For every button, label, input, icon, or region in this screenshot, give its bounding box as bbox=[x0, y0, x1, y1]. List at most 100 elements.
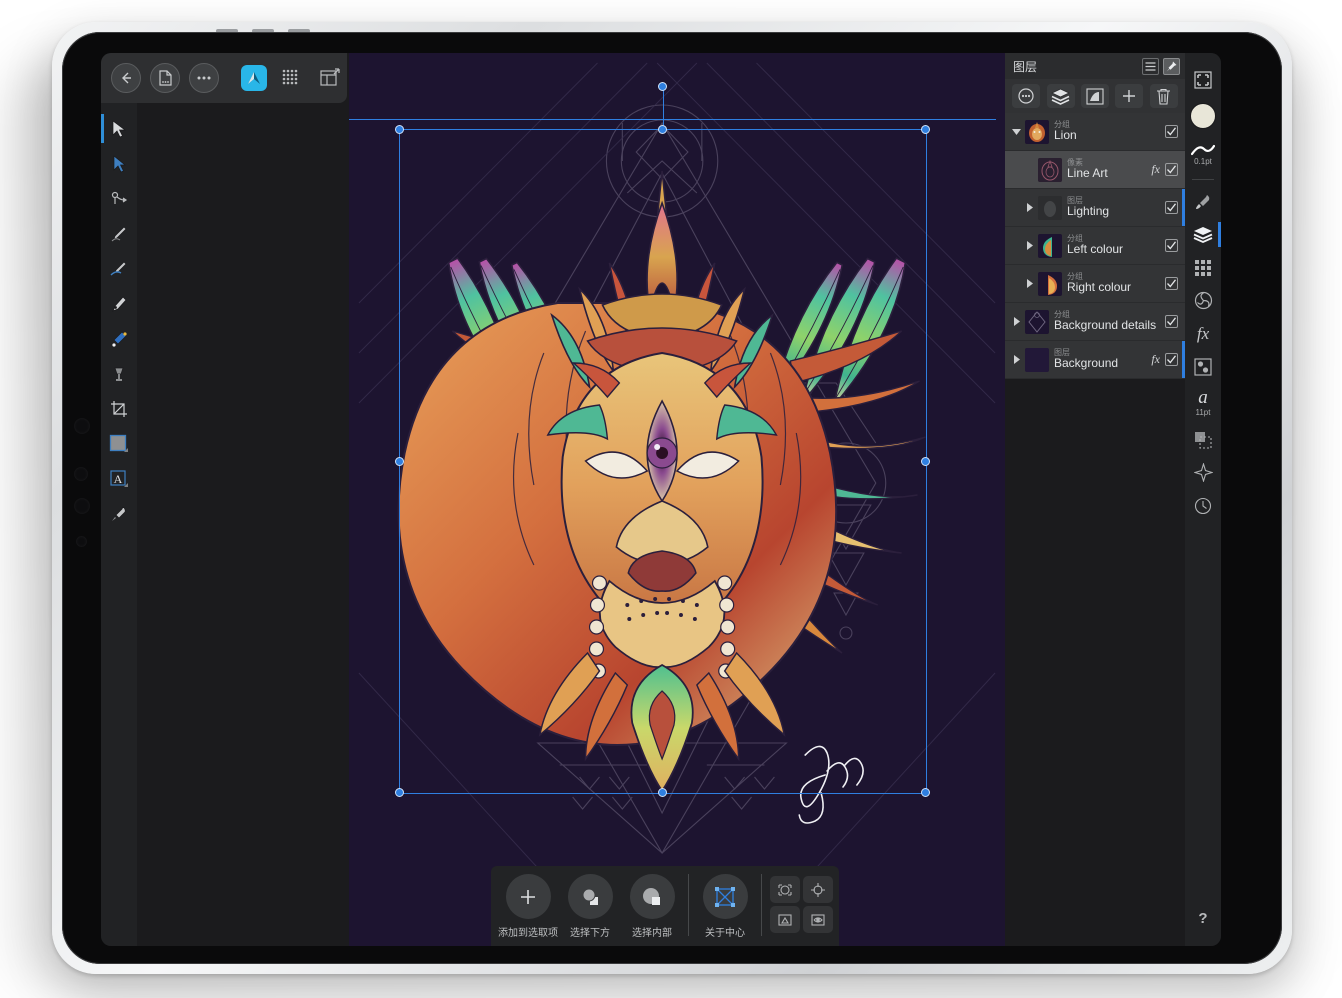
designer-persona-icon[interactable] bbox=[241, 65, 267, 91]
help-button[interactable]: ? bbox=[1193, 908, 1213, 928]
colour-studio[interactable] bbox=[1185, 284, 1221, 317]
layers-studio[interactable] bbox=[1185, 218, 1221, 251]
effects-studio[interactable]: fx bbox=[1185, 317, 1221, 350]
select-inside-button[interactable]: 选择内部 bbox=[621, 874, 683, 939]
pin-icon[interactable] bbox=[1163, 58, 1180, 75]
layers-list[interactable]: 分组Lion像素Line Artfx图层Lighting分组Left colou… bbox=[1005, 113, 1185, 379]
preview-toggle[interactable] bbox=[803, 906, 833, 933]
tools-column[interactable]: A bbox=[101, 103, 137, 946]
layer-name-block: 图层Lighting bbox=[1067, 197, 1165, 218]
tablet-side-button[interactable] bbox=[74, 498, 90, 514]
trash-icon[interactable] bbox=[1150, 84, 1178, 108]
bounding-box-toggle[interactable] bbox=[770, 906, 800, 933]
ellipsis-circle-icon[interactable] bbox=[1012, 84, 1040, 108]
layer-row[interactable]: 图层Backgroundfx bbox=[1005, 341, 1185, 379]
context-toggle-grid bbox=[770, 876, 833, 933]
tablet-sensor bbox=[76, 536, 87, 547]
layer-visibility-checkbox[interactable] bbox=[1165, 353, 1178, 366]
layers-toolbar[interactable] bbox=[1005, 79, 1185, 113]
layer-row[interactable]: 像素Line Artfx bbox=[1005, 151, 1185, 189]
text-studio[interactable]: a 11pt bbox=[1185, 383, 1221, 423]
vector-flood-tool[interactable] bbox=[101, 356, 137, 391]
navigator-studio[interactable] bbox=[1185, 456, 1221, 489]
canvas-area[interactable]: 添加到选取项 选择下方 选择内部 bbox=[349, 53, 1005, 946]
layer-effects-icon[interactable]: fx bbox=[1151, 162, 1160, 177]
adjustments-studio[interactable] bbox=[1185, 350, 1221, 383]
document-menu-icon[interactable] bbox=[150, 63, 180, 93]
hamburger-menu-icon[interactable] bbox=[1142, 58, 1159, 75]
node-tool[interactable] bbox=[101, 146, 137, 181]
layer-row[interactable]: 分组Left colour bbox=[1005, 227, 1185, 265]
crop-tool[interactable] bbox=[101, 391, 137, 426]
layer-visibility-checkbox[interactable] bbox=[1165, 315, 1178, 328]
stroke-curve-icon bbox=[1191, 144, 1215, 156]
pencil-tool[interactable] bbox=[101, 216, 137, 251]
disclosure-triangle-icon[interactable] bbox=[1022, 241, 1036, 250]
tablet-side-button[interactable] bbox=[74, 418, 90, 434]
text-size-label: 11pt bbox=[1196, 408, 1211, 417]
studio-rail[interactable]: 0.1pt fx a 11pt bbox=[1185, 53, 1221, 946]
layer-visibility-checkbox[interactable] bbox=[1165, 239, 1178, 252]
layer-name-label: Background details bbox=[1054, 319, 1165, 332]
stroke-button[interactable]: 0.1pt bbox=[1185, 136, 1221, 174]
stroke-width-label: 0.1pt bbox=[1194, 157, 1212, 166]
history-studio[interactable] bbox=[1185, 489, 1221, 522]
context-toolbar[interactable]: 添加到选取项 选择下方 选择内部 bbox=[491, 866, 839, 946]
layer-type-label: 像素 bbox=[1067, 159, 1151, 167]
tablet-screen: 添加到选取项 选择下方 选择内部 bbox=[101, 53, 1221, 946]
layer-name-block: 分组Left colour bbox=[1067, 235, 1165, 256]
corner-tool[interactable] bbox=[101, 181, 137, 216]
add-to-selection-button[interactable]: 添加到选取项 bbox=[497, 874, 559, 939]
layer-name-label: Lion bbox=[1054, 129, 1165, 142]
rail-divider bbox=[1192, 179, 1214, 180]
vector-brush-tool[interactable] bbox=[101, 251, 137, 286]
layer-visibility-checkbox[interactable] bbox=[1165, 277, 1178, 290]
top-toolbar[interactable] bbox=[101, 53, 347, 103]
move-tool[interactable] bbox=[101, 111, 137, 146]
export-persona-icon[interactable] bbox=[315, 63, 345, 93]
disclosure-triangle-icon[interactable] bbox=[1022, 203, 1036, 212]
rectangle-tool[interactable] bbox=[101, 426, 137, 461]
swatches-studio[interactable] bbox=[1185, 251, 1221, 284]
brushes-studio[interactable] bbox=[1185, 185, 1221, 218]
fill-tool[interactable] bbox=[101, 321, 137, 356]
artboard[interactable] bbox=[349, 53, 1005, 946]
ctx-label: 关于中心 bbox=[705, 924, 745, 939]
layers-stack-icon[interactable] bbox=[1047, 84, 1075, 108]
layer-row[interactable]: 图层Lighting bbox=[1005, 189, 1185, 227]
layer-thumbnail bbox=[1038, 196, 1062, 220]
more-options-icon[interactable] bbox=[189, 63, 219, 93]
plus-icon[interactable] bbox=[1115, 84, 1143, 108]
layer-row[interactable]: 分组Background details bbox=[1005, 303, 1185, 341]
layer-type-label: 分组 bbox=[1067, 273, 1165, 281]
text-tool[interactable]: A bbox=[101, 461, 137, 496]
layer-name-label: Right colour bbox=[1067, 281, 1165, 294]
left-document-panel bbox=[137, 103, 349, 946]
disclosure-triangle-icon[interactable] bbox=[1009, 127, 1023, 136]
pen-tool[interactable] bbox=[101, 286, 137, 321]
mask-icon[interactable] bbox=[1081, 84, 1109, 108]
pixel-persona-icon[interactable] bbox=[276, 63, 306, 93]
layer-visibility-checkbox[interactable] bbox=[1165, 125, 1178, 138]
layer-type-label: 分组 bbox=[1054, 311, 1165, 319]
layer-name-block: 像素Line Art bbox=[1067, 159, 1151, 180]
layer-visibility-checkbox[interactable] bbox=[1165, 163, 1178, 176]
transform-studio[interactable] bbox=[1185, 423, 1221, 456]
paint-brush-tool[interactable] bbox=[101, 496, 137, 531]
about-center-button[interactable]: 关于中心 bbox=[694, 874, 756, 939]
layer-row[interactable]: 分组Lion bbox=[1005, 113, 1185, 151]
select-below-button[interactable]: 选择下方 bbox=[559, 874, 621, 939]
layer-visibility-checkbox[interactable] bbox=[1165, 201, 1178, 214]
colour-swatch[interactable] bbox=[1185, 96, 1221, 136]
back-arrow-icon[interactable] bbox=[111, 63, 141, 93]
context-divider bbox=[761, 874, 762, 936]
layers-panel[interactable]: 图层 分组Lion像素Lin bbox=[1005, 53, 1185, 379]
rotation-center-toggle[interactable] bbox=[803, 876, 833, 903]
disclosure-triangle-icon[interactable] bbox=[1009, 317, 1023, 326]
fullscreen-button[interactable] bbox=[1185, 63, 1221, 96]
disclosure-triangle-icon[interactable] bbox=[1022, 279, 1036, 288]
layer-effects-icon[interactable]: fx bbox=[1151, 352, 1160, 367]
layer-row[interactable]: 分组Right colour bbox=[1005, 265, 1185, 303]
cycle-selection-toggle[interactable] bbox=[770, 876, 800, 903]
disclosure-triangle-icon[interactable] bbox=[1009, 355, 1023, 364]
